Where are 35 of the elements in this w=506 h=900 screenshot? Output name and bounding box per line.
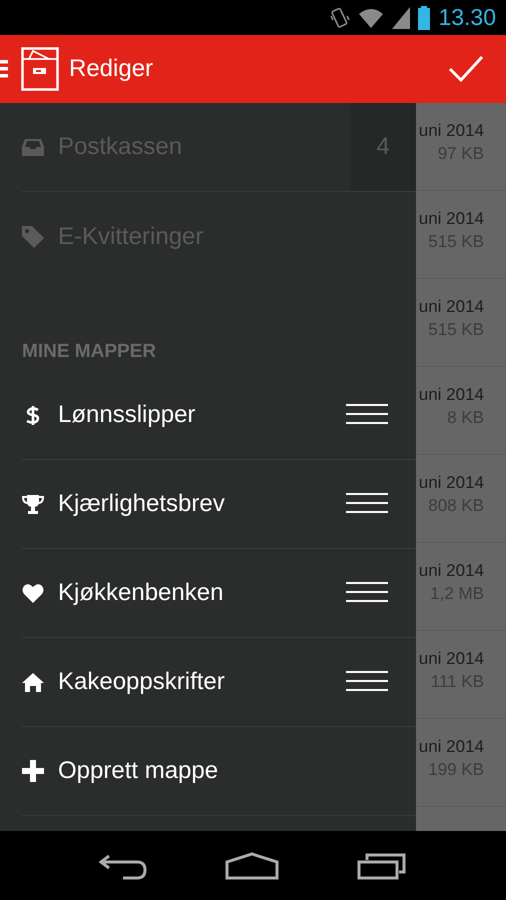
- document-date: uni 2014: [418, 121, 484, 141]
- wifi-icon: [358, 6, 384, 28]
- document-date: uni 2014: [418, 209, 484, 229]
- document-date: uni 2014: [418, 737, 484, 757]
- recent-apps-icon[interactable]: [357, 852, 407, 880]
- create-folder-button[interactable]: Opprett mappe: [22, 727, 416, 816]
- checkmark-icon[interactable]: [448, 55, 484, 83]
- battery-icon: [418, 6, 430, 30]
- inbox-icon: [22, 136, 44, 158]
- mailbox-logo-icon[interactable]: [21, 47, 59, 91]
- drag-handle-icon[interactable]: [346, 582, 388, 604]
- folder-item[interactable]: Kakeoppskrifter: [22, 638, 416, 727]
- signal-icon: [392, 6, 410, 28]
- folder-item[interactable]: Lønnsslipper: [22, 371, 416, 460]
- folder-item[interactable]: Kjærlighetsbrev: [22, 460, 416, 549]
- document-date: uni 2014: [418, 649, 484, 669]
- document-date: uni 2014: [418, 297, 484, 317]
- drag-handle-icon[interactable]: [346, 493, 388, 515]
- folder-item[interactable]: Kjøkkenbenken: [22, 549, 416, 638]
- drag-handle-icon[interactable]: [346, 404, 388, 426]
- home-icon[interactable]: [225, 852, 279, 880]
- vibrate-icon: [330, 6, 350, 30]
- document-date: uni 2014: [418, 473, 484, 493]
- clock-time: 13.30: [438, 4, 496, 31]
- document-date: uni 2014: [418, 385, 484, 405]
- document-date: uni 2014: [418, 561, 484, 581]
- section-header: MINE MAPPER: [22, 341, 156, 363]
- house-icon: [22, 671, 44, 693]
- menu-icon[interactable]: [0, 58, 8, 80]
- tag-icon: [22, 226, 44, 248]
- drag-handle-icon[interactable]: [346, 671, 388, 693]
- screen-title: Rediger: [69, 55, 154, 83]
- plus-icon: [22, 760, 44, 782]
- heart-icon: [22, 582, 44, 604]
- trophy-icon: [22, 493, 44, 515]
